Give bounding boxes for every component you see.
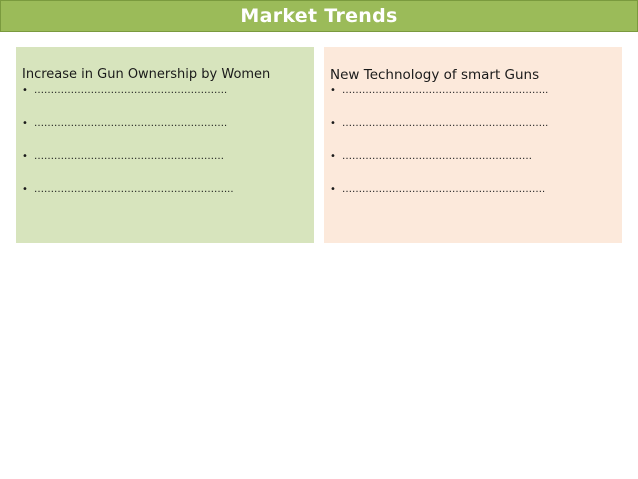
bullet-text: …………………………………………………….. [342, 85, 549, 96]
bullet-item: • ………………………………………………… [22, 149, 308, 165]
title-bar: Market Trends [0, 0, 638, 32]
bullet-text: …………………………………………………. [34, 118, 228, 129]
bullet-item: • …………………………………………………….. [330, 83, 616, 99]
bullet-icon: • [330, 151, 336, 162]
bullet-item: • …………………………………………………... [22, 182, 308, 198]
bullet-icon: • [330, 184, 336, 195]
page-title: Market Trends [240, 5, 398, 27]
panel-heading-women-ownership: Increase in Gun Ownership by Women [22, 67, 271, 82]
panel-smart-guns: New Technology of smart Guns • …………………………… [324, 47, 622, 243]
bullet-item: • …………………………………………………. [22, 83, 308, 99]
bullet-icon: • [330, 118, 336, 129]
bullet-text: ……………………………………………………. [342, 184, 546, 195]
bullet-text: …………………………………………………. [34, 85, 228, 96]
bullet-icon: • [22, 118, 28, 129]
bullet-item: • …………………………………………………. [22, 116, 308, 132]
bullet-icon: • [22, 151, 28, 162]
panel-heading-smart-guns: New Technology of smart Guns [330, 67, 540, 83]
bullet-icon: • [22, 85, 28, 96]
bullet-list-women-ownership: • …………………………………………………. • ……………………………………………… [22, 83, 308, 198]
bullet-item: • …………………………………………………….. [330, 116, 616, 132]
bullet-list-smart-guns: • …………………………………………………….. • ………………………………………… [330, 83, 616, 198]
bullet-text: ………………………………………………… [34, 151, 224, 162]
bullet-item: • ……………………………………………………. [330, 182, 616, 198]
bullet-text: ………………………………………………… [342, 151, 532, 162]
bullet-icon: • [330, 85, 336, 96]
bullet-text: …………………………………………………... [34, 184, 234, 195]
bullet-icon: • [22, 184, 28, 195]
bullet-item: • ………………………………………………… [330, 149, 616, 165]
panel-women-ownership: Increase in Gun Ownership by Women • …………… [16, 47, 314, 243]
bullet-text: …………………………………………………….. [342, 118, 549, 129]
